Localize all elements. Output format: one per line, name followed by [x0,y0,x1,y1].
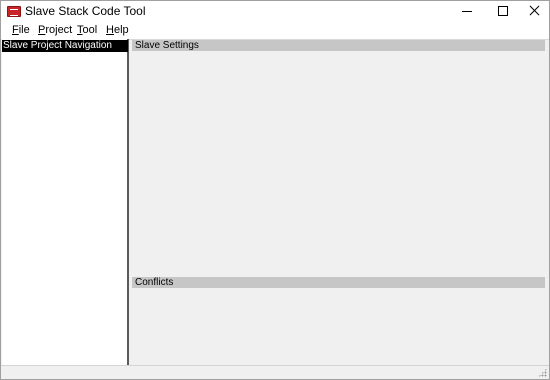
minimize-icon [462,11,472,12]
slave-project-navigation-panel[interactable]: Slave Project Navigation [2,39,129,365]
slave-settings-panel[interactable] [132,51,545,277]
conflicts-header: Conflicts [132,277,545,288]
close-icon [529,5,540,16]
menu-project-label: roject [45,24,73,36]
status-bar [1,365,549,379]
conflicts-panel[interactable] [132,288,545,364]
close-button[interactable] [517,1,550,22]
slave-settings-header: Slave Settings [132,40,545,51]
menu-tool[interactable]: Tool [77,24,97,36]
navigation-header: Slave Project Navigation [2,40,128,52]
app-window: Slave Stack Code Tool File Project Tool … [0,0,550,380]
menu-help[interactable]: Help [106,24,129,36]
menu-help-label: elp [113,24,129,36]
ssc-app-icon[interactable] [7,6,21,17]
menu-project[interactable]: Project [38,24,72,36]
menu-file-label: ile [18,24,30,36]
resize-grip-icon[interactable] [538,368,547,377]
maximize-icon [498,6,508,16]
menu-help-mnemonic: H [106,24,114,36]
maximize-button[interactable] [485,1,519,22]
menu-file[interactable]: File [12,24,30,36]
minimize-button[interactable] [449,1,483,22]
window-title: Slave Stack Code Tool [25,4,146,18]
title-bar[interactable]: Slave Stack Code Tool [1,1,549,22]
menu-tool-label: ool [82,24,98,36]
menu-bar: File Project Tool Help [1,22,549,40]
menu-file-mnemonic: F [12,24,19,36]
